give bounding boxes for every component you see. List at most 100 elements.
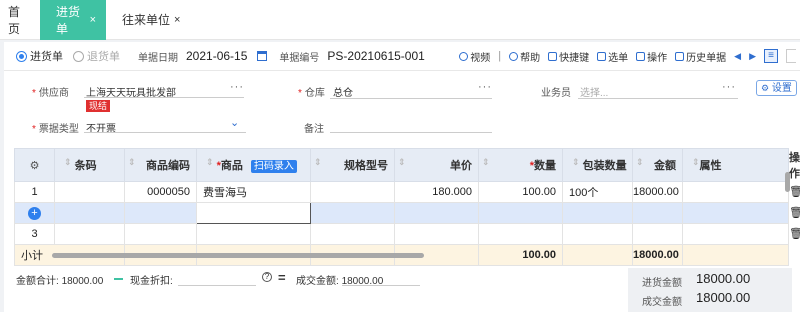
warehouse-field[interactable]: 总仓 [333, 84, 353, 99]
video-button[interactable]: 视频 [459, 49, 490, 64]
radio-unchecked-icon [73, 50, 84, 62]
shortcut-label: 快捷键 [559, 52, 590, 64]
history-label: 历史单据 [686, 52, 727, 64]
help-icon [509, 51, 519, 61]
radio-return-order[interactable]: 退货单 [73, 48, 120, 64]
spec-cell[interactable] [310, 202, 395, 224]
more-icon[interactable]: ··· [722, 81, 736, 93]
code-cell[interactable] [124, 223, 197, 245]
table-row[interactable]: 3 🗑︎ ⧉ [14, 223, 800, 245]
add-row-cell: + [14, 202, 55, 224]
spec-cell[interactable] [310, 223, 395, 245]
qty-cell[interactable]: 100.00 [478, 181, 563, 203]
select-bill-button[interactable]: 选单 [597, 49, 628, 64]
delete-icon[interactable]: 🗑︎ [789, 207, 800, 219]
panel-toggle-icon[interactable] [786, 49, 796, 63]
column-header-pack[interactable]: ⇕ 包装数量 [562, 148, 633, 182]
pack-cell[interactable] [562, 202, 633, 224]
product-cell[interactable] [196, 223, 311, 245]
deal-amount-label: 成交金额 [642, 297, 682, 308]
remark-field[interactable] [330, 132, 492, 133]
radio-purchase-order[interactable]: 进货单 [16, 48, 63, 64]
delete-icon[interactable]: 🗑︎ [789, 186, 800, 198]
underline [84, 132, 246, 133]
table-row[interactable]: 1 0000050 费雪海马 180.000 100.00 100个 18000… [14, 181, 800, 203]
scan-entry-button[interactable]: 扫码录入 [250, 160, 297, 173]
more-icon[interactable]: ··· [230, 81, 244, 93]
barcode-cell[interactable] [54, 181, 125, 203]
close-icon[interactable]: × [174, 14, 180, 26]
deal-field[interactable] [342, 285, 420, 286]
delete-icon[interactable]: 🗑︎ [789, 228, 800, 240]
column-header-product[interactable]: ⇕ *商品 扫码录入 [196, 148, 311, 182]
settings-label: 设置 [771, 83, 792, 94]
underline [578, 98, 738, 99]
table-row[interactable]: + 🗑︎ ⧉ [14, 202, 800, 224]
next-arrow-icon[interactable]: ▶ [749, 51, 756, 62]
operate-button[interactable]: 操作 [636, 49, 667, 64]
qty-cell[interactable] [478, 202, 563, 224]
add-row-icon[interactable]: + [28, 206, 41, 220]
settings-button[interactable]: ⚙ 设置 [756, 80, 797, 96]
chevron-down-icon[interactable]: ⌄ [230, 116, 239, 129]
attr-cell[interactable] [681, 202, 790, 224]
spec-cell[interactable] [310, 181, 395, 203]
tab-partners[interactable]: 往来单位 × [106, 0, 190, 40]
cash-discount-field[interactable] [178, 285, 256, 286]
number-field: PS-20210615-001 [327, 49, 425, 63]
grid-icon [636, 51, 646, 61]
price-cell[interactable] [394, 202, 479, 224]
pack-cell[interactable] [562, 223, 633, 245]
tab-purchase-order[interactable]: 进货单 × [40, 0, 106, 40]
salesman-field[interactable]: 选择... [580, 84, 608, 99]
date-field[interactable]: 2021-06-15 [186, 49, 247, 63]
row-number: 1 [14, 181, 55, 203]
column-header-amount[interactable]: ⇕ 金额 [632, 148, 683, 182]
product-cell-editing[interactable] [196, 202, 311, 224]
code-cell[interactable] [124, 202, 197, 224]
code-cell[interactable]: 0000050 [124, 181, 197, 203]
column-header-barcode[interactable]: ⇕ 条码 [54, 148, 125, 182]
more-icon[interactable]: ··· [478, 81, 492, 93]
column-header-spec[interactable]: ⇕ 规格型号 [310, 148, 395, 182]
close-icon[interactable]: × [90, 14, 96, 26]
attr-cell[interactable] [681, 181, 790, 203]
help-icon[interactable]: ? [262, 272, 272, 282]
price-cell[interactable]: 180.000 [394, 181, 479, 203]
column-header-qty[interactable]: ⇕ *数量 [478, 148, 563, 182]
amount-cell[interactable]: 18000.00 [632, 181, 683, 203]
calendar-icon[interactable] [257, 51, 268, 61]
summary-panel: 进货金额 18000.00 成交金额 18000.00 [628, 268, 792, 312]
deal-amount-value: 18000.00 [696, 290, 751, 305]
vertical-scrollbar[interactable] [785, 172, 790, 192]
price-cell[interactable] [394, 223, 479, 245]
history-button[interactable]: 历史单据 [675, 49, 726, 64]
column-header-attr[interactable]: ⇕ 属性 [681, 148, 790, 182]
horizontal-scrollbar[interactable] [52, 253, 424, 258]
video-label: 视频 [470, 52, 491, 64]
supplier-label: * 供应商 [32, 88, 69, 99]
total-label: 金额合计: 18000.00 [16, 276, 104, 287]
barcode-cell[interactable] [54, 202, 125, 224]
list-view-icon[interactable]: ≡ [764, 49, 778, 63]
shortcut-button[interactable]: 快捷键 [548, 49, 589, 64]
radio-checked-icon [16, 50, 27, 62]
help-button[interactable]: 帮助 [509, 49, 540, 64]
product-cell[interactable]: 费雪海马 [196, 181, 311, 203]
amount-cell[interactable] [632, 223, 683, 245]
column-settings-icon[interactable]: ⚙ [14, 148, 55, 182]
purchase-amount-label: 进货金额 [642, 278, 682, 289]
column-header-code[interactable]: ⇕ 商品编码 [124, 148, 197, 182]
remark-label: 备注 [304, 124, 324, 135]
table-header-row: ⚙ ⇕ 条码 ⇕ 商品编码 ⇕ *商品 扫码录入 ⇕ 规格型号 ⇕ 单价 ⇕ *数量 ⇕ … [14, 148, 800, 182]
pack-cell[interactable]: 100个 [562, 181, 633, 203]
tab-home[interactable]: 首页 [0, 0, 40, 40]
barcode-cell[interactable] [54, 223, 125, 245]
column-header-price[interactable]: ⇕ 单价 [394, 148, 479, 182]
number-label: 单据编号 [279, 52, 320, 64]
attr-cell[interactable] [681, 223, 790, 245]
prev-arrow-icon[interactable]: ◀ [734, 51, 741, 62]
tab-purchase-order-label: 进货单 [56, 4, 81, 36]
amount-cell[interactable] [632, 202, 683, 224]
qty-cell[interactable] [478, 223, 563, 245]
